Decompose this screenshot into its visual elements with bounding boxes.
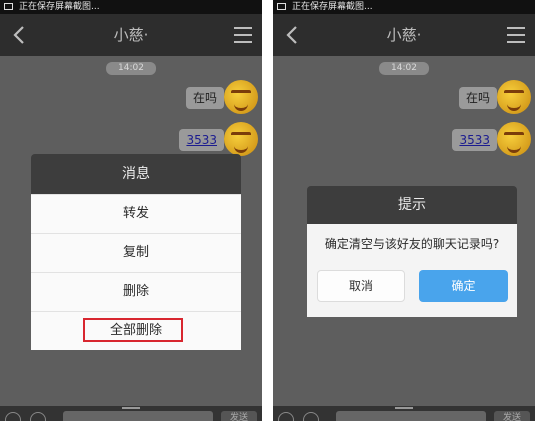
title-bar: 小慈· — [273, 14, 535, 56]
voice-icon[interactable] — [278, 412, 294, 421]
screenshot-icon — [4, 3, 13, 10]
status-text: 正在保存屏幕截图... — [19, 2, 100, 12]
highlight-box — [83, 318, 183, 342]
delete-all-option[interactable]: 全部删除 — [31, 311, 241, 350]
avatar[interactable] — [224, 122, 258, 156]
message-input[interactable] — [336, 411, 486, 421]
avatar[interactable] — [497, 122, 531, 156]
drag-handle — [395, 407, 413, 409]
menu-icon[interactable] — [234, 27, 252, 43]
message-input[interactable] — [63, 411, 213, 421]
input-bar: 发送 — [273, 406, 535, 421]
emoji-icon[interactable] — [30, 412, 46, 421]
message-bubble[interactable]: 3533 — [452, 129, 497, 151]
left-phone-screen: 正在保存屏幕截图... 小慈· 14:02 在吗 3533 发送 消息 转发 复… — [0, 0, 262, 421]
dialog-title: 提示 — [307, 186, 517, 224]
confirm-button[interactable]: 确定 — [419, 270, 508, 302]
avatar[interactable] — [224, 80, 258, 114]
message-bubble[interactable]: 3533 — [179, 129, 224, 151]
chat-title: 小慈· — [113, 26, 149, 44]
forward-label: 转发 — [122, 206, 149, 221]
message-time: 14:02 — [379, 62, 429, 75]
menu-icon[interactable] — [507, 27, 525, 43]
right-phone-screen: 正在保存屏幕截图... 小慈· 14:02 在吗 3533 发送 提示 确定清空… — [273, 0, 535, 421]
input-bar: 发送 — [0, 406, 262, 421]
cancel-button[interactable]: 取消 — [317, 270, 405, 302]
voice-icon[interactable] — [5, 412, 21, 421]
send-button[interactable]: 发送 — [221, 411, 257, 421]
dialog-body: 确定清空与该好友的聊天记录吗? 取消 确定 — [307, 224, 517, 317]
delete-option[interactable]: 删除 — [31, 272, 241, 311]
dialog-title: 消息 — [31, 154, 241, 194]
chat-title: 小慈· — [386, 26, 422, 44]
message-time: 14:02 — [106, 62, 156, 75]
copy-label: 复制 — [122, 245, 149, 260]
status-bar: 正在保存屏幕截图... — [273, 0, 535, 14]
copy-option[interactable]: 复制 — [31, 233, 241, 272]
forward-option[interactable]: 转发 — [31, 194, 241, 233]
send-button[interactable]: 发送 — [494, 411, 530, 421]
confirm-clear-dialog: 提示 确定清空与该好友的聊天记录吗? 取消 确定 — [307, 186, 517, 317]
title-bar: 小慈· — [0, 14, 262, 56]
emoji-icon[interactable] — [303, 412, 319, 421]
status-bar: 正在保存屏幕截图... — [0, 0, 262, 14]
message-options-dialog: 消息 转发 复制 删除 全部删除 — [31, 154, 241, 350]
message-bubble[interactable]: 在吗 — [458, 87, 497, 109]
avatar[interactable] — [497, 80, 531, 114]
delete-label: 删除 — [122, 284, 149, 299]
message-bubble[interactable]: 在吗 — [185, 87, 224, 109]
status-text: 正在保存屏幕截图... — [292, 2, 373, 12]
screenshot-icon — [277, 3, 286, 10]
drag-handle — [122, 407, 140, 409]
dialog-message: 确定清空与该好友的聊天记录吗? — [324, 237, 500, 251]
